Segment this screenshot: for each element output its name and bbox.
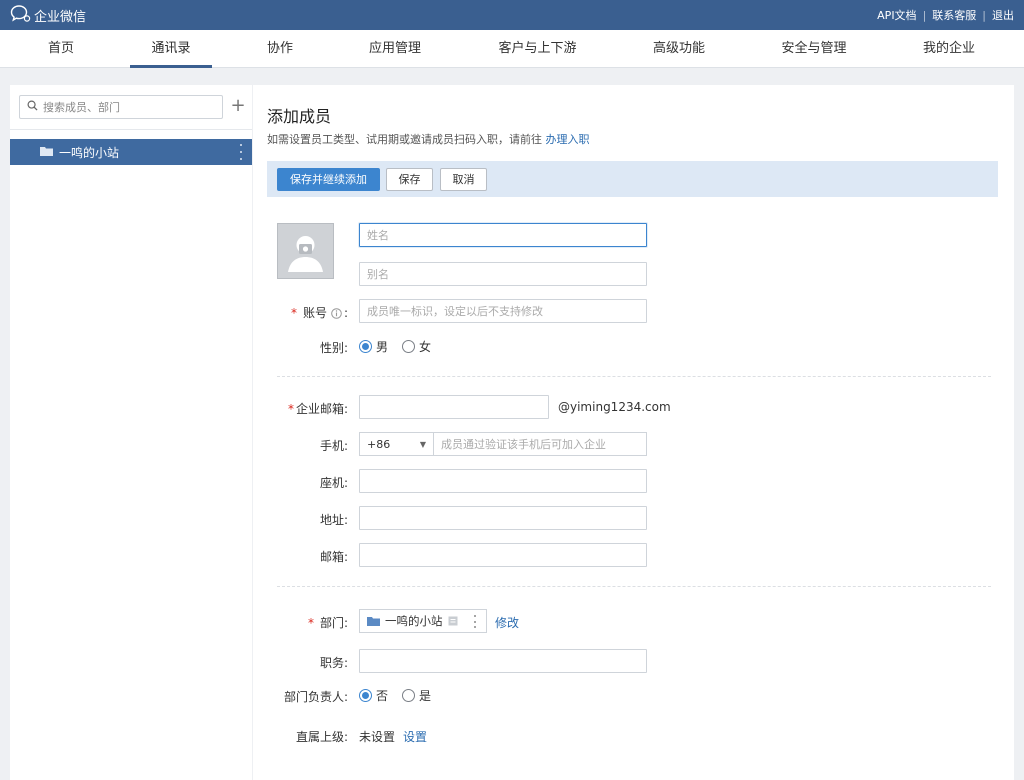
subtitle-text: 如需设置员工类型、试用期或邀请成员扫码入职，请前往 bbox=[267, 133, 542, 146]
folder-icon bbox=[367, 616, 380, 626]
search-box[interactable] bbox=[19, 95, 223, 119]
landline-label: 座机: bbox=[319, 476, 348, 490]
account-label: * 账号: bbox=[290, 306, 348, 322]
email-domain-suffix: @yiming1234.com bbox=[558, 400, 671, 414]
search-icon bbox=[27, 100, 38, 114]
department-chip[interactable]: 一鸣的小站 bbox=[359, 609, 487, 633]
department-label: * 部门: bbox=[307, 616, 348, 630]
nav-advanced[interactable]: 高级功能 bbox=[640, 30, 718, 68]
nav-collaboration[interactable]: 协作 bbox=[250, 30, 310, 68]
add-icon[interactable]: + bbox=[229, 95, 247, 119]
position-label: 职务: bbox=[319, 656, 348, 670]
set-superior-link[interactable]: 设置 bbox=[403, 728, 427, 745]
folder-icon bbox=[40, 145, 59, 159]
add-member-panel: 添加成员 如需设置员工类型、试用期或邀请成员扫码入职，请前往 办理入职 保存并继… bbox=[253, 85, 1014, 780]
account-input[interactable] bbox=[359, 299, 647, 323]
org-tree-panel: + 一鸣的小站 bbox=[10, 85, 252, 780]
leader-radio-group: 否 是 bbox=[359, 687, 445, 704]
nav-security[interactable]: 安全与管理 bbox=[770, 30, 858, 68]
top-links: API文档 | 联系客服 | 退出 bbox=[877, 0, 1014, 30]
gender-female-radio[interactable]: 女 bbox=[402, 338, 431, 355]
mobile-input[interactable] bbox=[434, 433, 646, 455]
department-name: 一鸣的小站 bbox=[59, 145, 120, 160]
app-logo[interactable]: 企业微信 bbox=[10, 4, 87, 27]
divider bbox=[10, 129, 252, 130]
superior-label: 直属上级: bbox=[295, 730, 348, 744]
logout-link[interactable]: 退出 bbox=[992, 7, 1014, 23]
leader-label: 部门负责人: bbox=[283, 690, 348, 704]
more-vertical-icon[interactable] bbox=[238, 144, 244, 160]
mailbox-input[interactable] bbox=[359, 543, 647, 567]
required-mark: * bbox=[290, 306, 297, 320]
search-input[interactable] bbox=[43, 100, 213, 114]
action-bar: 保存并继续添加 保存 取消 bbox=[267, 161, 998, 197]
country-code-select[interactable]: +86 ▼ bbox=[360, 433, 434, 455]
onboarding-link[interactable]: 办理入职 bbox=[546, 133, 590, 146]
page-subtitle: 如需设置员工类型、试用期或邀请成员扫码入职，请前往 办理入职 bbox=[267, 131, 590, 147]
document-icon bbox=[448, 616, 458, 626]
save-button[interactable]: 保存 bbox=[386, 168, 433, 191]
mobile-field: +86 ▼ bbox=[359, 432, 647, 456]
gender-radio-group: 男 女 bbox=[359, 338, 445, 355]
nav-my-company[interactable]: 我的企业 bbox=[910, 30, 988, 68]
leader-yes-radio[interactable]: 是 bbox=[402, 687, 431, 704]
mailbox-label: 邮箱: bbox=[319, 550, 348, 564]
main-nav: 首页 通讯录 协作 应用管理 客户与上下游 高级功能 安全与管理 我的企业 bbox=[0, 30, 1024, 68]
position-input[interactable] bbox=[359, 649, 647, 673]
separator: | bbox=[982, 8, 986, 22]
email-input[interactable] bbox=[359, 395, 549, 419]
caret-down-icon: ▼ bbox=[419, 439, 426, 449]
leader-no-radio[interactable]: 否 bbox=[359, 687, 388, 704]
save-and-continue-button[interactable]: 保存并继续添加 bbox=[277, 168, 380, 191]
department-chip-label: 一鸣的小站 bbox=[385, 614, 443, 628]
nav-contacts[interactable]: 通讯录 bbox=[130, 30, 212, 68]
superior-value: 未设置 bbox=[359, 730, 396, 744]
gender-label: 性别: bbox=[319, 341, 348, 355]
modify-department-link[interactable]: 修改 bbox=[495, 614, 519, 631]
separator: | bbox=[922, 8, 927, 22]
email-label: * 企业邮箱: bbox=[287, 402, 348, 416]
page-title: 添加成员 bbox=[267, 107, 332, 126]
landline-input[interactable] bbox=[359, 469, 647, 493]
cancel-button[interactable]: 取消 bbox=[440, 168, 487, 191]
section-divider bbox=[277, 586, 991, 587]
nav-home[interactable]: 首页 bbox=[30, 30, 92, 68]
alias-input[interactable] bbox=[359, 262, 647, 286]
api-docs-link[interactable]: API文档 bbox=[877, 7, 916, 23]
nav-app-management[interactable]: 应用管理 bbox=[355, 30, 435, 68]
address-label: 地址: bbox=[319, 513, 348, 527]
address-input[interactable] bbox=[359, 506, 647, 530]
name-input[interactable] bbox=[359, 223, 647, 247]
mobile-label: 手机: bbox=[319, 439, 348, 453]
avatar-upload[interactable] bbox=[277, 223, 334, 279]
more-vertical-icon[interactable] bbox=[473, 615, 477, 628]
app-name: 企业微信 bbox=[34, 9, 87, 25]
wecom-logo-icon bbox=[10, 4, 32, 27]
contact-support-link[interactable]: 联系客服 bbox=[932, 7, 976, 23]
avatar-placeholder-icon bbox=[278, 236, 333, 281]
section-divider bbox=[277, 376, 991, 377]
nav-customers[interactable]: 客户与上下游 bbox=[490, 30, 585, 68]
top-bar: 企业微信 API文档 | 联系客服 | 退出 bbox=[0, 0, 1024, 30]
info-icon[interactable] bbox=[331, 308, 342, 322]
tree-item-department[interactable]: 一鸣的小站 bbox=[10, 139, 252, 165]
gender-male-radio[interactable]: 男 bbox=[359, 338, 388, 355]
